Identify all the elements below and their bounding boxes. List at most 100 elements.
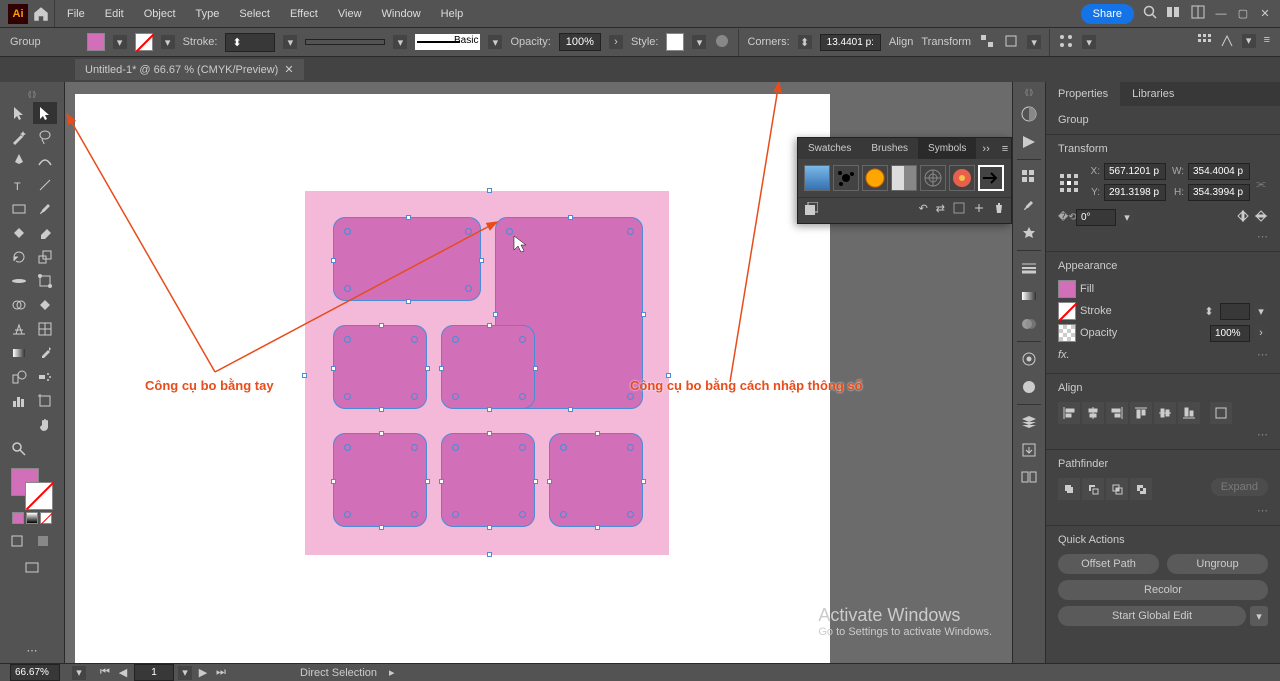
align-right-icon[interactable] (1106, 402, 1128, 424)
edit-similar-icon[interactable] (1058, 33, 1074, 52)
isolate-group-icon[interactable] (1003, 33, 1019, 52)
rounded-rect-3[interactable] (333, 325, 427, 409)
opacity-dd[interactable]: › (609, 35, 623, 49)
canvas-area[interactable]: /* decorative only */ Công cụ bo bằng ta… (65, 82, 1012, 663)
close-button[interactable]: ✕ (1258, 7, 1272, 21)
color-guide-icon[interactable] (1018, 131, 1040, 153)
artboard-dd[interactable]: ▾ (178, 666, 192, 680)
screen-mode-icon[interactable] (24, 560, 40, 579)
symbol-3[interactable] (862, 165, 888, 191)
flip-horizontal-icon[interactable] (1236, 209, 1250, 226)
rounded-rect-4[interactable] (441, 325, 535, 409)
rotate-tool[interactable] (7, 246, 31, 268)
zoom-dd[interactable]: ▾ (72, 666, 86, 680)
unite-icon[interactable] (1058, 478, 1080, 500)
ungroup-button[interactable]: Ungroup (1167, 554, 1268, 574)
column-graph-tool[interactable] (7, 390, 31, 412)
perspective-tool[interactable] (7, 318, 31, 340)
search-icon[interactable] (1142, 4, 1158, 23)
share-button[interactable]: Share (1081, 4, 1134, 24)
align-top-icon[interactable] (1130, 402, 1152, 424)
symbol-4[interactable] (891, 165, 917, 191)
color-mode-swatches[interactable] (12, 512, 52, 524)
rectangle-tool[interactable] (7, 198, 31, 220)
x-input[interactable] (1104, 163, 1166, 180)
libraries-tab[interactable]: Libraries (1120, 82, 1186, 106)
appearance-panel-icon[interactable] (1018, 348, 1040, 370)
var-width-dd[interactable]: ▾ (393, 35, 407, 49)
properties-tab[interactable]: Properties (1046, 82, 1120, 106)
transform-link[interactable]: Transform (921, 36, 971, 48)
symbols-tab[interactable]: Symbols (918, 138, 976, 159)
transparency-panel-icon[interactable] (1018, 313, 1040, 335)
menu-window[interactable]: Window (374, 4, 429, 24)
menu-effect[interactable]: Effect (282, 4, 326, 24)
mesh-tool[interactable] (33, 318, 57, 340)
asset-export-icon[interactable] (1018, 439, 1040, 461)
global-edit-button[interactable]: Start Global Edit (1058, 606, 1246, 626)
intersect-icon[interactable] (1106, 478, 1128, 500)
last-page-icon[interactable]: ⏭ (214, 666, 228, 680)
align-more-icon[interactable]: ⋯ (1257, 429, 1268, 441)
reference-point-icon[interactable] (1058, 172, 1080, 197)
symbol-arrow[interactable] (978, 165, 1004, 191)
document-tab[interactable]: Untitled-1* @ 66.67 % (CMYK/Preview) ✕ (75, 59, 304, 80)
selection-tool[interactable] (7, 102, 31, 124)
hand-tool[interactable] (33, 414, 57, 436)
artboards-panel-icon[interactable] (1018, 467, 1040, 489)
align-link[interactable]: Align (889, 36, 913, 48)
rounded-rect-6[interactable] (441, 433, 535, 527)
gradient-panel-icon[interactable] (1018, 285, 1040, 307)
isolate-dd[interactable]: ▾ (1027, 35, 1041, 49)
artboard-number[interactable] (134, 664, 174, 681)
curvature-tool[interactable] (33, 150, 57, 172)
rounded-rect-5[interactable] (333, 433, 427, 527)
stroke-weight-dd[interactable]: ▾ (283, 35, 297, 49)
recolor-icon[interactable] (714, 33, 730, 52)
width-tool[interactable] (7, 270, 31, 292)
style-swatch[interactable] (666, 33, 684, 51)
swatches-tab[interactable]: Swatches (798, 138, 861, 159)
opacity-field[interactable] (1210, 325, 1250, 342)
type-tool[interactable]: T (7, 174, 31, 196)
draw-mode-behind[interactable] (33, 532, 57, 554)
first-page-icon[interactable]: ⏮ (98, 666, 112, 680)
stroke-weight-input[interactable]: ⬍ (225, 33, 275, 52)
stroke-dropdown[interactable]: ▾ (161, 35, 175, 49)
symbol-1[interactable] (804, 165, 830, 191)
stroke-weight-dd2[interactable]: ▾ (1254, 304, 1268, 318)
appearance-fill-swatch[interactable] (1058, 280, 1076, 298)
break-link-icon[interactable]: ⇄ (936, 202, 945, 219)
snap-dd[interactable]: ▾ (1242, 34, 1256, 48)
brush-preview[interactable]: Basic (415, 34, 480, 50)
artboard[interactable] (305, 191, 669, 555)
rotation-input[interactable] (1076, 209, 1116, 226)
live-paint-tool[interactable] (33, 294, 57, 316)
transform-more-icon[interactable]: ⋯ (1257, 231, 1268, 243)
fx-label[interactable]: fx. (1058, 349, 1070, 361)
maximize-button[interactable]: ▢ (1236, 7, 1250, 21)
eyedropper-tool[interactable] (33, 342, 57, 364)
corners-input[interactable]: 13.4401 p: (820, 34, 881, 51)
constrain-proportions-icon[interactable]: ⫘ (1256, 178, 1266, 191)
scale-tool[interactable] (33, 246, 57, 268)
w-input[interactable] (1188, 163, 1250, 180)
menu-help[interactable]: Help (433, 4, 472, 24)
direct-selection-tool[interactable] (33, 102, 57, 124)
next-page-icon[interactable]: ▶ (196, 666, 210, 680)
shape-builder-tool[interactable] (7, 294, 31, 316)
menu-object[interactable]: Object (136, 4, 184, 24)
brushes-panel-icon[interactable] (1018, 194, 1040, 216)
corner-stepper[interactable]: ⬍ (798, 35, 812, 49)
fill-stroke-indicator[interactable] (11, 468, 53, 510)
grid-icon[interactable] (1198, 34, 1212, 51)
menu-select[interactable]: Select (231, 4, 278, 24)
edit-similar-dd[interactable]: ▾ (1082, 35, 1096, 49)
symbol-libraries-icon[interactable] (804, 202, 818, 219)
y-input[interactable] (1104, 184, 1166, 201)
var-width-profile[interactable] (305, 39, 385, 45)
arrange-icon[interactable] (1166, 4, 1182, 23)
layers-panel-icon[interactable] (1018, 411, 1040, 433)
line-tool[interactable] (33, 174, 57, 196)
offset-path-button[interactable]: Offset Path (1058, 554, 1159, 574)
